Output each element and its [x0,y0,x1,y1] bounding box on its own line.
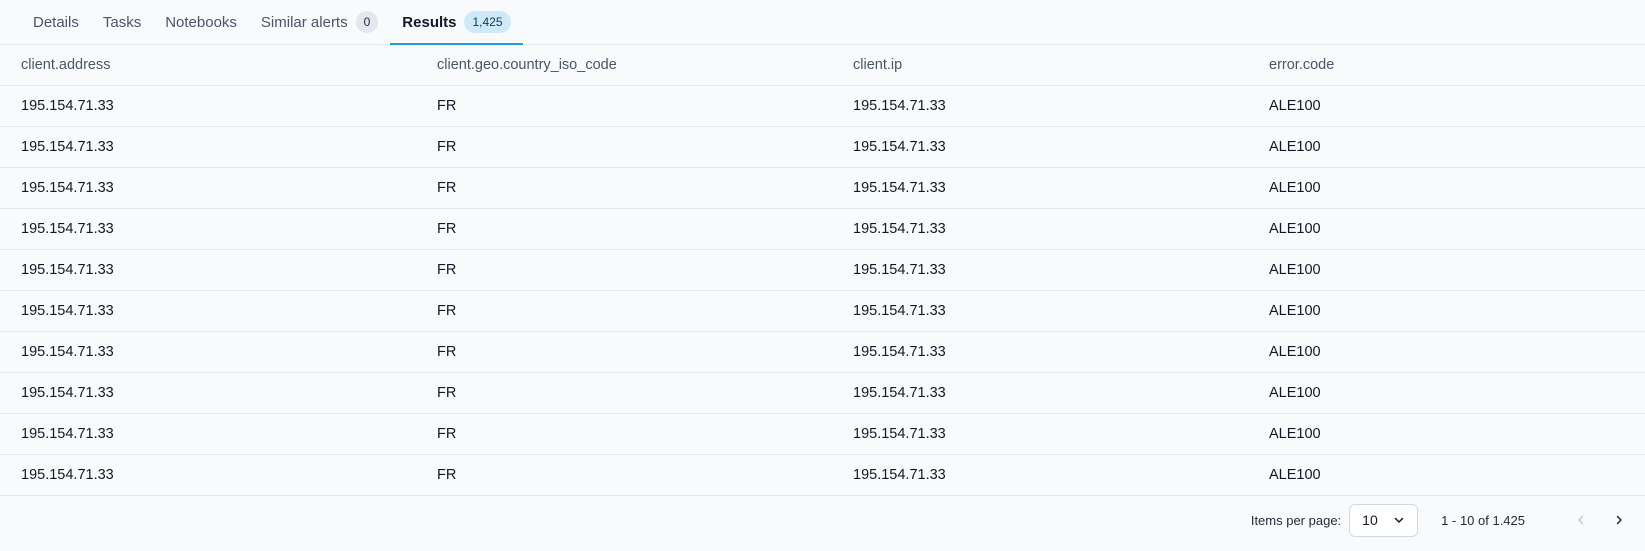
error-code-cell: ALE100 [1269,139,1321,155]
next-page-button[interactable] [1607,508,1631,532]
client-address-cell: 195.154.71.33 [21,385,114,401]
client-address-cell: 195.154.71.33 [21,262,114,278]
country-iso-code-cell: FR [437,385,457,401]
client-address-cell: 195.154.71.33 [21,303,114,319]
column-header-error-code[interactable]: error.code [1248,57,1645,73]
error-code-cell: ALE100 [1269,262,1321,278]
client-ip-cell: 195.154.71.33 [853,303,946,319]
country-iso-code-cell: FR [437,467,457,483]
tab-details[interactable]: Details [21,0,91,44]
client-address-cell: 195.154.71.33 [21,180,114,196]
error-code-cell: ALE100 [1269,344,1321,360]
table-header-row: client.address client.geo.country_iso_co… [0,45,1645,86]
table-row[interactable]: 195.154.71.33 FR 195.154.71.33 ALE100 [0,373,1645,414]
error-code-cell: ALE100 [1269,180,1321,196]
items-per-page-select[interactable]: 10 [1349,503,1419,537]
error-code-cell: ALE100 [1269,221,1321,237]
country-iso-code-cell: FR [437,303,457,319]
pagination-bar: Items per page: 10 1 - 10 of 1.425 [0,496,1645,544]
table-row[interactable]: 195.154.71.33 FR 195.154.71.33 ALE100 [0,168,1645,209]
client-address-cell: 195.154.71.33 [21,221,114,237]
tab-label: Tasks [102,13,142,31]
country-iso-code-cell: FR [437,98,457,114]
table-row[interactable]: 195.154.71.33 FR 195.154.71.33 ALE100 [0,86,1645,127]
table-row[interactable]: 195.154.71.33 FR 195.154.71.33 ALE100 [0,209,1645,250]
table-row[interactable]: 195.154.71.33 FR 195.154.71.33 ALE100 [0,250,1645,291]
client-address-cell: 195.154.71.33 [21,139,114,155]
column-header-client-address[interactable]: client.address [0,57,416,73]
table-row[interactable]: 195.154.71.33 FR 195.154.71.33 ALE100 [0,332,1645,373]
chevron-down-icon [1394,517,1404,523]
tab-label: Notebooks [165,13,237,31]
client-ip-cell: 195.154.71.33 [853,180,946,196]
pagination-range: 1 - 10 of 1.425 [1441,512,1525,528]
table-row[interactable]: 195.154.71.33 FR 195.154.71.33 ALE100 [0,291,1645,332]
client-ip-cell: 195.154.71.33 [853,344,946,360]
previous-page-button[interactable] [1569,508,1593,532]
tab-label: Details [33,13,79,31]
tab-results[interactable]: Results 1,425 [390,0,523,45]
results-table: client.address client.geo.country_iso_co… [0,45,1645,496]
error-code-cell: ALE100 [1269,426,1321,442]
client-address-cell: 195.154.71.33 [21,98,114,114]
table-body: 195.154.71.33 FR 195.154.71.33 ALE100 195.15… [0,86,1645,496]
tab-label: Results [402,13,457,31]
country-iso-code-cell: FR [437,344,457,360]
client-address-cell: 195.154.71.33 [21,467,114,483]
error-code-cell: ALE100 [1269,385,1321,401]
tab-tasks[interactable]: Tasks [91,0,153,44]
error-code-cell: ALE100 [1269,467,1321,483]
client-address-cell: 195.154.71.33 [21,426,114,442]
country-iso-code-cell: FR [437,180,457,196]
error-code-cell: ALE100 [1269,98,1321,114]
items-per-page-value: 10 [1362,512,1378,528]
country-iso-code-cell: FR [437,426,457,442]
client-ip-cell: 195.154.71.33 [853,385,946,401]
column-header-client-ip[interactable]: client.ip [832,57,1248,73]
tab-label: Similar alerts [260,13,348,31]
client-ip-cell: 195.154.71.33 [853,467,946,483]
table-row[interactable]: 195.154.71.33 FR 195.154.71.33 ALE100 [0,127,1645,168]
country-iso-code-cell: FR [437,221,457,237]
country-iso-code-cell: FR [437,139,457,155]
tab-bar: Details Tasks Notebooks Similar alerts 0… [0,0,1645,45]
client-ip-cell: 195.154.71.33 [853,139,946,155]
error-code-cell: ALE100 [1269,303,1321,319]
country-iso-code-cell: FR [437,262,457,278]
chevron-right-icon [1616,515,1622,525]
client-ip-cell: 195.154.71.33 [853,221,946,237]
count-badge: 1,425 [464,11,511,33]
items-per-page-label: Items per page: [1250,512,1342,528]
chevron-left-icon [1578,515,1584,525]
client-address-cell: 195.154.71.33 [21,344,114,360]
tab-notebooks[interactable]: Notebooks [153,0,249,44]
client-ip-cell: 195.154.71.33 [853,262,946,278]
tab-similar-alerts[interactable]: Similar alerts 0 [249,0,390,44]
column-header-country-iso-code[interactable]: client.geo.country_iso_code [416,57,832,73]
count-badge: 0 [355,11,379,33]
table-row[interactable]: 195.154.71.33 FR 195.154.71.33 ALE100 [0,455,1645,496]
table-row[interactable]: 195.154.71.33 FR 195.154.71.33 ALE100 [0,414,1645,455]
client-ip-cell: 195.154.71.33 [853,426,946,442]
client-ip-cell: 195.154.71.33 [853,98,946,114]
